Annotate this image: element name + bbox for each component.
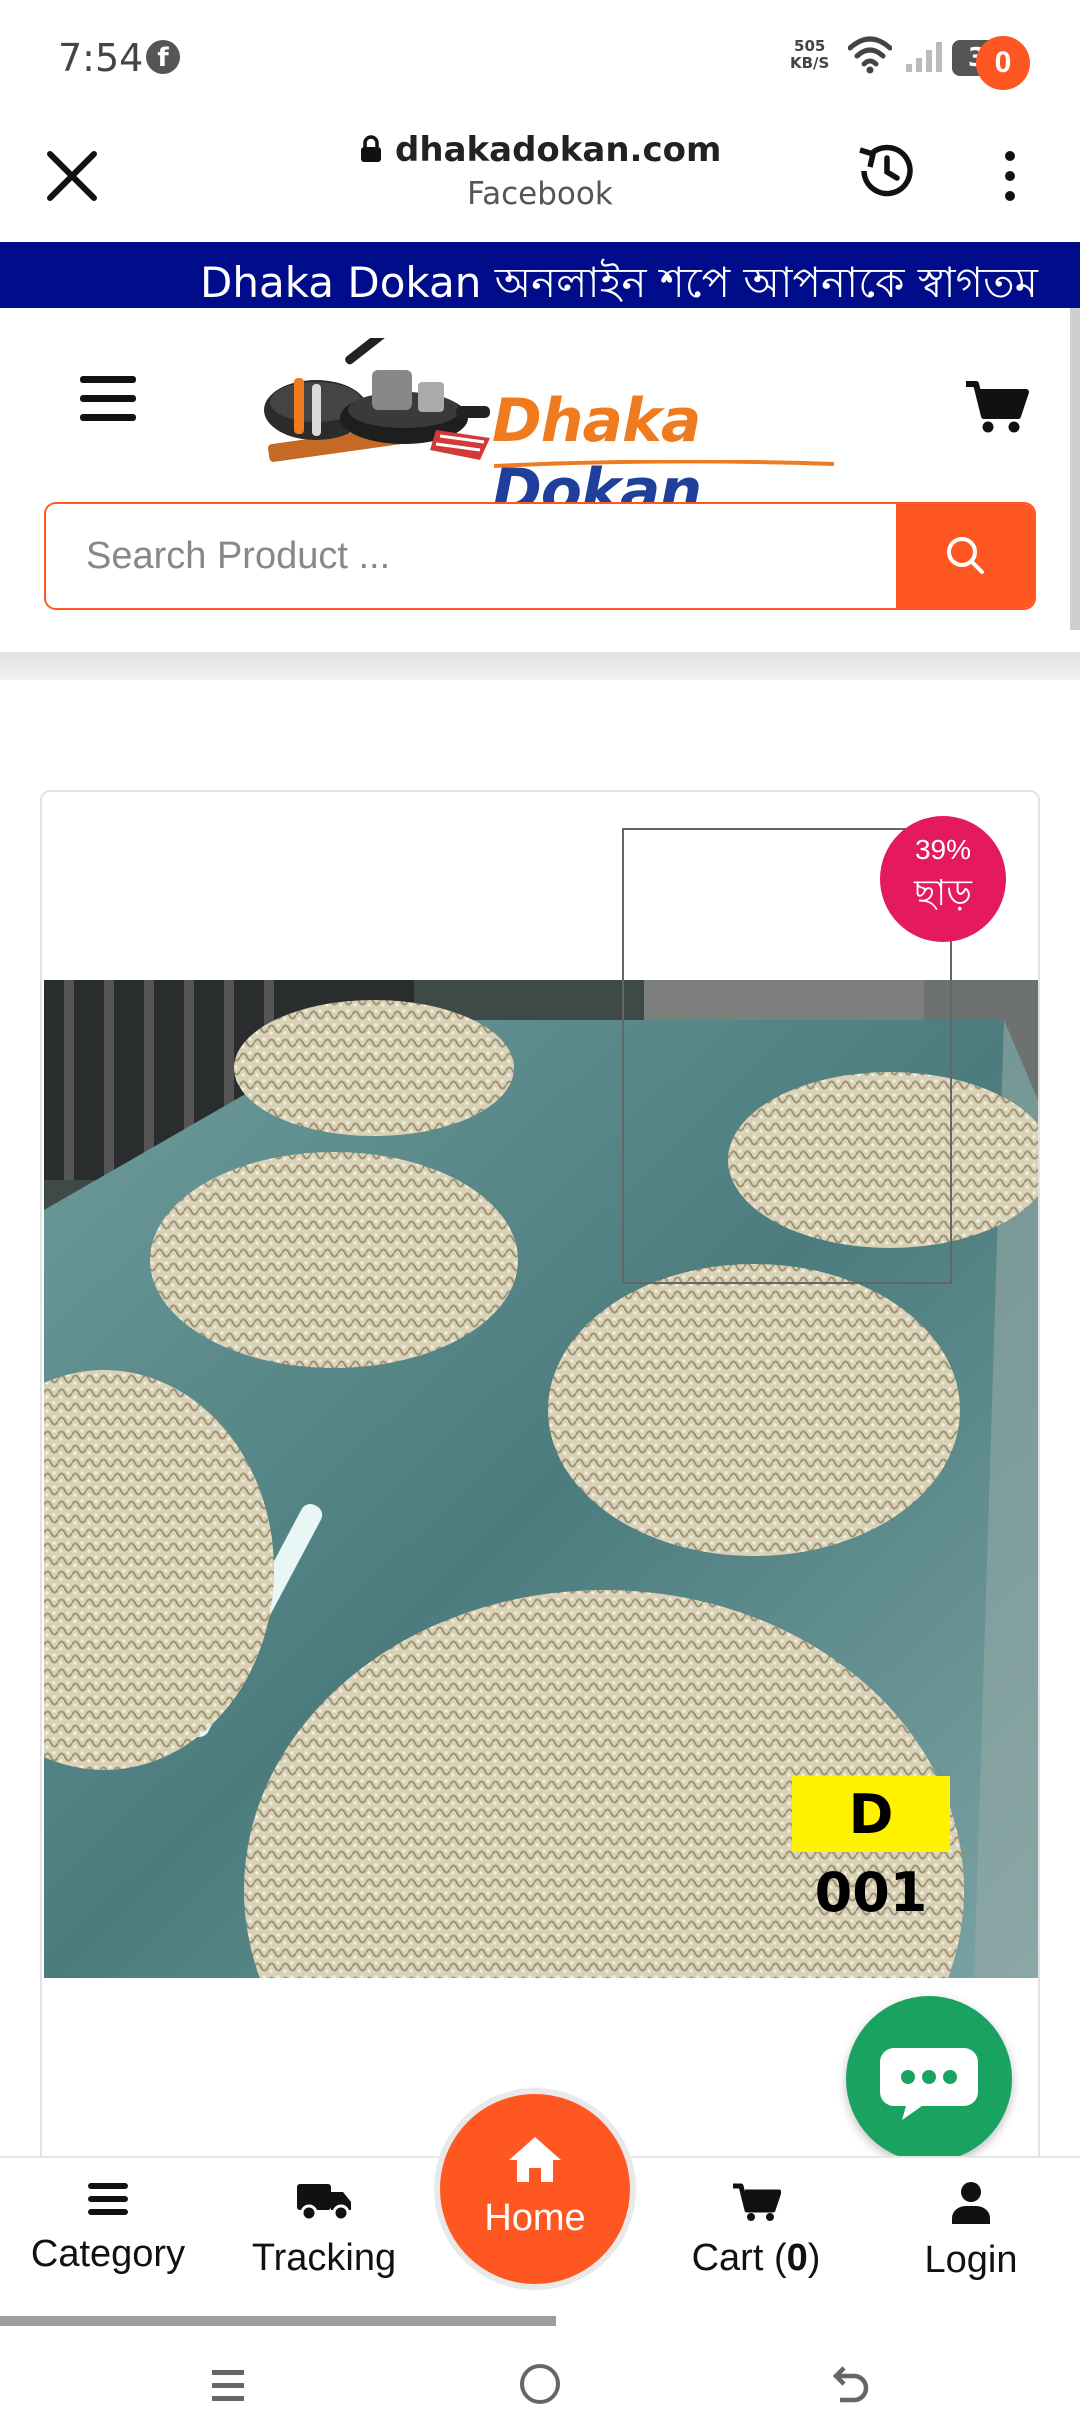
close-icon[interactable] [40, 144, 104, 208]
product-code: D 001 [792, 1776, 950, 1924]
cart-icon [733, 2183, 782, 2221]
nav-cart-close: ) [807, 2237, 821, 2279]
net-speed-unit: KB/S [790, 54, 830, 72]
status-bar: 7:54 f 505 KB/S 39 [0, 0, 1080, 120]
system-home-icon[interactable] [520, 2364, 560, 2404]
truck-icon [297, 2184, 351, 2222]
facebook-icon: f [146, 40, 180, 74]
marquee-text: Dhaka Dokan অনলাইন শপে আপনাকে স্বাগতম [200, 258, 1038, 307]
logo-word-dhaka: Dhaka [492, 386, 701, 456]
url-bar[interactable]: dhakadokan.com Facebook [300, 130, 780, 212]
search-icon [947, 536, 984, 574]
network-speed: 505 KB/S [790, 38, 829, 72]
logo-swoosh [494, 460, 834, 468]
site-header: Dhaka Dokan [0, 308, 1080, 638]
discount-percent: 39% [914, 834, 972, 865]
cookware-logo-icon [264, 317, 490, 462]
header-cart-icon[interactable] [962, 372, 1032, 436]
more-vert-icon[interactable] [990, 146, 1030, 206]
search-button[interactable] [896, 504, 1034, 608]
back-icon[interactable] [826, 2362, 870, 2406]
search-bar [44, 502, 1036, 610]
nav-login[interactable]: Login [906, 2180, 1036, 2282]
cart-badge: 0 [976, 36, 1030, 90]
nav-tracking[interactable]: Tracking [236, 2180, 412, 2280]
status-time: 7:54 [58, 36, 144, 80]
nav-login-label: Login [924, 2239, 1018, 2281]
bars-icon [88, 2183, 128, 2215]
nav-cart[interactable]: Cart (0) [676, 2180, 836, 2280]
page-scrollbar[interactable] [1070, 308, 1080, 630]
home-icon [509, 2137, 561, 2182]
header-divider [0, 652, 1080, 680]
nav-home-label: Home [484, 2197, 586, 2239]
site-logo[interactable]: Dhaka Dokan [254, 317, 854, 526]
nav-home[interactable]: Home [434, 2088, 636, 2290]
url-domain: dhakadokan.com [395, 130, 722, 170]
nav-cart-label: Cart (0) [676, 2237, 836, 2280]
lock-icon [360, 135, 381, 162]
signal-icon [906, 42, 942, 72]
recents-icon[interactable] [208, 2366, 248, 2406]
welcome-marquee: Dhaka Dokan অনলাইন শপে আপনাকে স্বাগতম [0, 242, 1080, 308]
url-source: Facebook [467, 176, 613, 212]
discount-label: ছাড় [914, 873, 972, 914]
net-speed-value: 505 [794, 37, 826, 55]
chat-icon [880, 2048, 978, 2120]
wifi-icon [848, 36, 892, 74]
nav-category[interactable]: Category [26, 2180, 190, 2276]
hamburger-menu-icon[interactable] [80, 376, 136, 422]
discount-badge: 39% ছাড় [880, 816, 1006, 942]
search-input[interactable] [46, 504, 898, 608]
system-navigation-bar [0, 2326, 1080, 2436]
page-load-progress [0, 2316, 556, 2326]
browser-toolbar: dhakadokan.com Facebook [0, 120, 1080, 242]
nav-cart-count: 0 [786, 2237, 808, 2279]
chat-button[interactable] [846, 1996, 1012, 2162]
nav-category-label: Category [30, 2233, 186, 2275]
history-icon[interactable] [850, 134, 924, 208]
nav-tracking-label: Tracking [251, 2237, 397, 2279]
user-icon [952, 2182, 990, 2224]
nav-cart-text: Cart ( [691, 2237, 787, 2279]
